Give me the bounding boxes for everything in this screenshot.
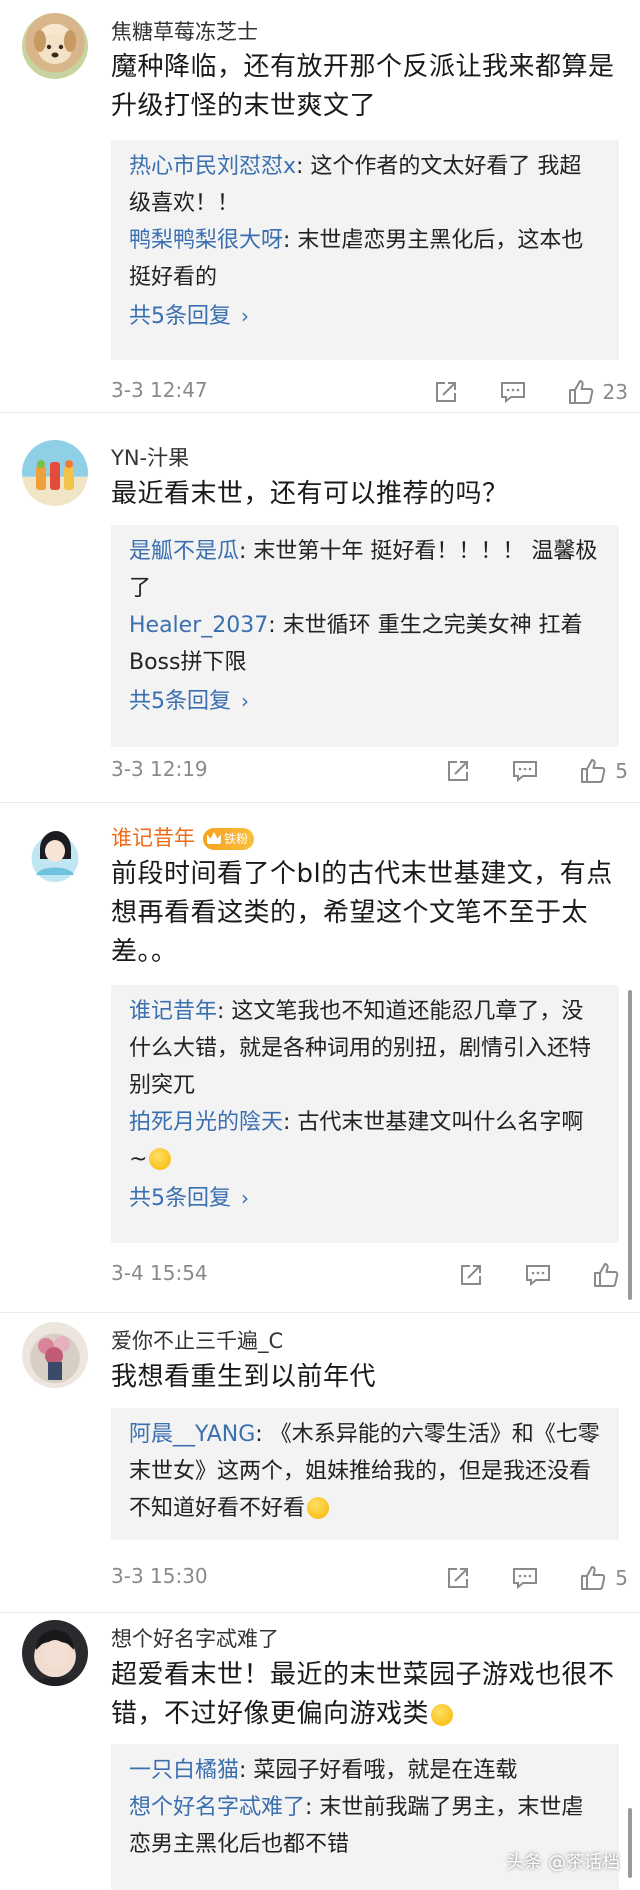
share-button[interactable] [458, 1262, 484, 1288]
avatar[interactable] [22, 1322, 88, 1388]
comment-item: 焦糖草莓冻芝士 魔种降临，还有放开那个反派让我来都算是升级打怪的末世爽文了 热心… [0, 0, 640, 413]
comment-text: 最近看末世，还有可以推荐的吗？ [111, 479, 509, 509]
comment-author[interactable]: 焦糖草莓冻芝士 [111, 16, 258, 46]
reply-box[interactable]: 谁记昔年: 这文笔我也不知道还能忍几章了，没什么大错，就是各种词用的别扭，剧情引… [111, 985, 619, 1243]
comment-icon [513, 761, 538, 783]
share-icon [448, 1568, 469, 1588]
comment-item: 谁记昔年 铁粉 前段时间看了个bl的古代末世基建文，有点想再看看这类的，希望这个文… [0, 802, 640, 1313]
more-replies-link[interactable]: 共5条回复 › [129, 1180, 601, 1217]
person-avatar-image [34, 1630, 76, 1686]
scrollbar[interactable] [628, 1808, 632, 1878]
comment-text: 超爱看末世！最近的末世菜园子游戏也很不错，不过好像更偏向游戏类 [111, 1660, 615, 1729]
comment-actions: 23 [393, 372, 628, 412]
like-count: 5 [615, 1566, 628, 1590]
reply-item[interactable]: 阿晨__YANG: 《木系异能的六零生活》和《七零末世女》这两个，姐妹推给我的，… [129, 1416, 601, 1527]
avatar[interactable] [22, 819, 88, 885]
like-icon [594, 1263, 619, 1287]
comment-text: 魔种降临，还有放开那个反派让我来都算是升级打怪的末世爽文了 [111, 52, 615, 121]
reply-item[interactable]: 热心市民刘怼怼x: 这个作者的文太好看了 我超级喜欢！！ [129, 148, 601, 222]
thinking-emoji-icon [149, 1148, 172, 1170]
reply-author[interactable]: 一只白橘猫 [129, 1758, 239, 1783]
reply-item[interactable]: 一只白橘猫: 菜园子好看哦，就是在连载 [129, 1752, 601, 1789]
share-button[interactable] [445, 758, 471, 784]
comment-time: 3-3 12:47 [111, 378, 208, 402]
comment-button[interactable] [524, 1262, 552, 1288]
reply-author[interactable]: 拍死月光的陰天 [129, 1110, 283, 1135]
share-icon [461, 1265, 481, 1285]
anime-avatar-image [36, 831, 74, 875]
flowers-avatar-image [38, 1336, 70, 1380]
thinking-emoji-icon [307, 1497, 330, 1519]
share-button[interactable] [433, 379, 459, 405]
comment-author[interactable]: YN-汁果 [111, 442, 189, 472]
more-replies-link[interactable]: 共5条回复 › [129, 298, 601, 335]
reply-author[interactable]: 阿晨__YANG [129, 1422, 255, 1447]
scrollbar[interactable] [628, 990, 632, 1300]
reply-item[interactable]: 拍死月光的陰天: 古代末世基建文叫什么名字啊~ [129, 1104, 601, 1178]
comment-author[interactable]: 爱你不止三千遍_C [111, 1325, 283, 1355]
avatar[interactable] [22, 1620, 88, 1686]
comment-icon [526, 1265, 550, 1287]
avatar[interactable] [22, 13, 88, 79]
like-icon [568, 380, 593, 404]
reply-item[interactable]: 是觚不是瓜: 末世第十年 挺好看！！！！ 温馨极了 [129, 533, 601, 607]
comment-actions: 5 [405, 1558, 628, 1598]
comment-footer: 3-3 12:19 5 [111, 751, 628, 791]
comment-icon [500, 382, 525, 404]
comment-item: YN-汁果 最近看末世，还有可以推荐的吗？ 是觚不是瓜: 末世第十年 挺好看！！… [0, 412, 640, 803]
comment-button[interactable] [511, 1565, 539, 1591]
chevron-right-icon: › [241, 304, 249, 328]
share-button[interactable] [445, 1565, 471, 1591]
reply-item[interactable]: 谁记昔年: 这文笔我也不知道还能忍几章了，没什么大错，就是各种词用的别扭，剧情引… [129, 993, 601, 1104]
comment-time: 3-3 15:30 [111, 1564, 208, 1588]
comment-item: 爱你不止三千遍_C 我想看重生到以前年代 阿晨__YANG: 《木系异能的六零生… [0, 1312, 640, 1613]
reply-box[interactable]: 是觚不是瓜: 末世第十年 挺好看！！！！ 温馨极了 Healer_2037: 末… [111, 525, 619, 747]
reply-box[interactable]: 阿晨__YANG: 《木系异能的六零生活》和《七零末世女》这两个，姐妹推给我的，… [111, 1408, 619, 1540]
comment-actions [418, 1255, 628, 1295]
dog-avatar-image [34, 30, 76, 64]
like-button[interactable]: 23 [567, 378, 628, 406]
like-icon [581, 1566, 606, 1590]
like-button[interactable]: 5 [579, 1564, 628, 1592]
comment-button[interactable] [499, 379, 527, 405]
reply-author[interactable]: 热心市民刘怼怼x [129, 154, 296, 179]
comment-footer: 3-3 12:47 23 [111, 372, 628, 412]
comment-text: 前段时间看了个bl的古代末世基建文，有点想再看看这类的，希望这个文笔不至于太差。… [111, 859, 613, 967]
reply-box[interactable]: 热心市民刘怼怼x: 这个作者的文太好看了 我超级喜欢！！ 鸭梨鸭梨很大呀: 末世… [111, 140, 619, 360]
reply-item[interactable]: 鸭梨鸭梨很大呀: 末世虐恋男主黑化后，这本也挺好看的 [129, 222, 601, 296]
drinks-avatar-image [36, 460, 74, 490]
chevron-right-icon: › [241, 1186, 249, 1210]
comment-author[interactable]: 想个好名字忒难了 [111, 1623, 279, 1653]
chevron-right-icon: › [241, 689, 249, 713]
comment-footer: 3-4 15:54 [111, 1255, 628, 1295]
share-icon [448, 761, 469, 781]
reply-author[interactable]: Healer_2037 [129, 613, 268, 638]
share-icon [435, 382, 456, 402]
comment-time: 3-4 15:54 [111, 1261, 208, 1285]
comment-time: 3-3 12:19 [111, 757, 208, 781]
comment-text: 我想看重生到以前年代 [111, 1362, 377, 1392]
comment-footer: 3-3 15:30 5 [111, 1558, 628, 1598]
watermark: 头条 @茶话档 [506, 1852, 620, 1873]
comment-icon [513, 1568, 538, 1590]
like-count: 23 [602, 380, 628, 404]
comment-actions: 5 [405, 751, 628, 791]
reply-author[interactable]: 鸭梨鸭梨很大呀 [129, 228, 283, 253]
reply-item[interactable]: Healer_2037: 末世循环 重生之完美女神 扛着Boss拼下限 [129, 607, 601, 681]
laughing-emoji-icon [431, 1704, 454, 1726]
like-button[interactable] [592, 1261, 628, 1289]
fan-badge: 铁粉 [203, 828, 255, 850]
like-icon [581, 759, 606, 783]
like-button[interactable]: 5 [579, 757, 628, 785]
reply-author[interactable]: 想个好名字忒难了 [129, 1795, 305, 1820]
crown-icon [207, 832, 221, 844]
avatar[interactable] [22, 440, 88, 506]
more-replies-link[interactable]: 共5条回复 › [129, 683, 601, 720]
reply-text: : 菜园子好看哦，就是在连载 [239, 1758, 518, 1783]
reply-author[interactable]: 谁记昔年 [129, 999, 217, 1024]
reply-author[interactable]: 是觚不是瓜 [129, 539, 239, 564]
comment-button[interactable] [511, 758, 539, 784]
comment-author[interactable]: 谁记昔年 铁粉 [111, 822, 255, 852]
like-count: 5 [615, 759, 628, 783]
